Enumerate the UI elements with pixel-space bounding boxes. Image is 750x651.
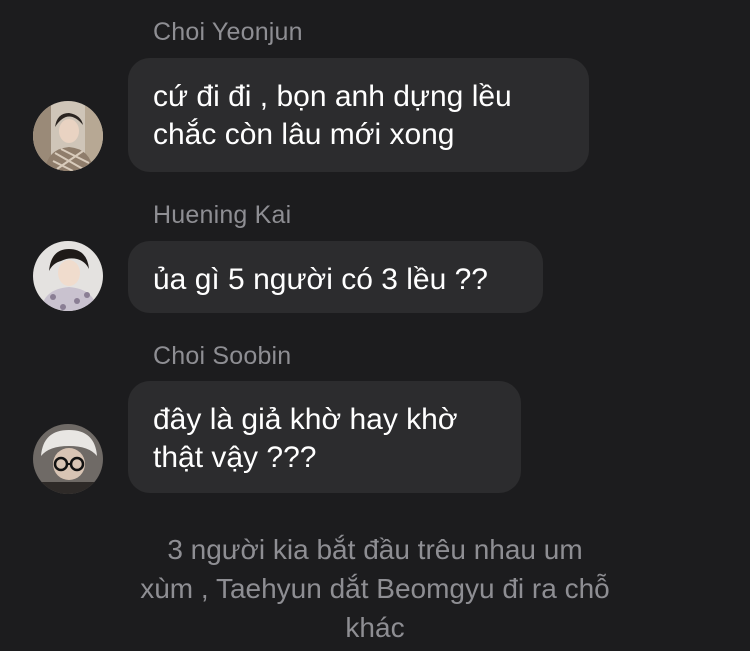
- message-text-line: cứ đi đi , bọn anh dựng lều: [153, 80, 512, 113]
- user-avatar-photo-icon: [33, 424, 103, 494]
- user-avatar-photo-icon: [33, 241, 103, 311]
- avatar[interactable]: [33, 241, 103, 311]
- system-note-line: khác: [345, 612, 405, 643]
- system-note: 3 người kia bắt đầu trêu nhau um xùm , T…: [0, 530, 750, 647]
- message-text-line: ủa gì 5 người có 3 lều ??: [153, 263, 488, 296]
- sender-name: Huening Kai: [153, 201, 292, 229]
- sender-name: Choi Soobin: [153, 342, 292, 370]
- message-text-line: đây là giả khờ hay khờ: [153, 403, 458, 436]
- message-bubble[interactable]: ủa gì 5 người có 3 lều ??: [128, 241, 543, 313]
- message-bubble[interactable]: cứ đi đi , bọn anh dựng lều chắc còn lâu…: [128, 58, 589, 172]
- sender-name: Choi Yeonjun: [153, 18, 303, 46]
- avatar[interactable]: [33, 101, 103, 171]
- avatar[interactable]: [33, 424, 103, 494]
- message-text-line: thật vậy ???: [153, 441, 317, 474]
- system-note-line: 3 người kia bắt đầu trêu nhau um: [167, 534, 583, 565]
- message-bubble[interactable]: đây là giả khờ hay khờ thật vậy ???: [128, 381, 521, 493]
- message-text-line: chắc còn lâu mới xong: [153, 118, 455, 151]
- user-avatar-photo-icon: [33, 101, 103, 171]
- system-note-line: xùm , Taehyun dắt Beomgyu đi ra chỗ: [140, 573, 610, 604]
